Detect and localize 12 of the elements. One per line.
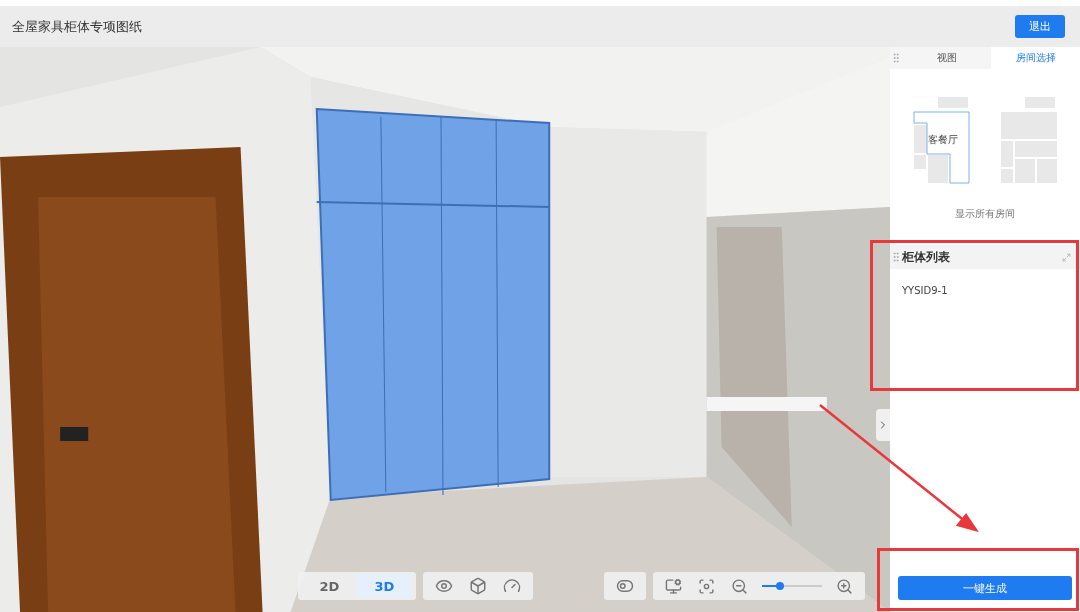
view-mode-tab[interactable]: 2D [302,574,357,598]
room-label: 客餐厅 [927,133,958,147]
cabinet-list-item[interactable]: YYSID9-1 [890,269,1080,312]
panel-tab[interactable]: 房间选择 [991,47,1080,69]
view-mode-tab[interactable]: 3D [357,574,412,598]
show-all-rooms-link[interactable]: 显示所有房间 [955,207,1015,221]
list-title: 柜体列表 [902,248,951,266]
panel-tab[interactable]: 视图 [902,47,991,69]
page-title: 全屋家具柜体专项图纸 [12,17,142,36]
exit-button[interactable]: 退出 [1015,15,1065,38]
generate-button[interactable]: 一键生成 [898,576,1072,600]
room-thumbnail[interactable]: 客餐厅 [911,97,972,187]
